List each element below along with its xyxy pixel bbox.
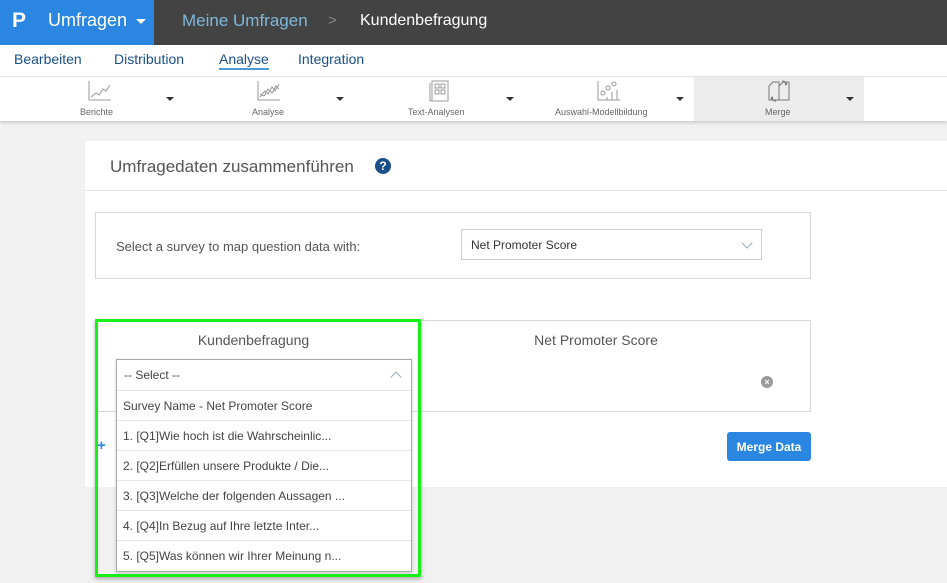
toolbar-analysis-label: Analyse (252, 107, 285, 117)
dropdown-option[interactable]: 2. [Q2]Erfüllen unsere Produkte / Die... (117, 451, 411, 481)
toolbar-reports[interactable]: Berichte (50, 77, 190, 121)
tab-analysis[interactable]: Analyse (219, 51, 269, 70)
add-mapping-button[interactable]: + (97, 437, 106, 454)
chevron-down-icon[interactable] (676, 97, 684, 101)
question-select-value: -- Select -- (124, 368, 181, 382)
question-select-dropdown[interactable]: -- Select -- Survey Name - Net Promoter … (116, 359, 412, 572)
source-survey-header: Kundenbefragung (197, 332, 310, 348)
survey-select-dropdown[interactable]: Net Promoter Score (461, 229, 762, 260)
app-logo-icon: P (12, 9, 27, 32)
dropdown-option[interactable]: 3. [Q3]Welche der folgenden Aussagen ... (117, 481, 411, 511)
toolbar-reports-label: Berichte (80, 107, 114, 117)
toolbar-text-analysis[interactable]: Text-Analysen (390, 77, 520, 121)
breadcrumb-current-survey: Kundenbefragung (360, 12, 488, 29)
toolbar-text-analysis-label: Text-Analysen (408, 107, 465, 117)
scatter-bar-icon (597, 81, 620, 101)
text-document-icon (429, 80, 449, 102)
main-nav: Bearbeiten Distribution Analyse Integrat… (0, 45, 947, 76)
remove-row-icon[interactable]: × (761, 376, 773, 388)
chevron-down-icon[interactable] (506, 97, 514, 101)
chevron-down-icon[interactable] (336, 97, 344, 101)
toolbar-merge[interactable]: Merge (694, 77, 864, 121)
tab-integration[interactable]: Integration (298, 51, 364, 67)
line-chart-icon (88, 81, 111, 101)
breadcrumb-my-surveys[interactable]: Meine Umfragen (182, 11, 308, 31)
merge-data-button[interactable]: Merge Data (727, 432, 811, 461)
app-switcher[interactable]: P Umfragen (0, 0, 154, 45)
toolbar-choice-modeling-label: Auswahl-Modellbildung (555, 107, 648, 117)
dropdown-option[interactable]: 5. [Q5]Was können wir Ihrer Meinung n... (117, 541, 411, 571)
help-icon[interactable]: ? (375, 158, 391, 174)
toolbar-choice-modeling[interactable]: Auswahl-Modellbildung (550, 77, 690, 121)
top-bar: P Umfragen Meine Umfragen > Kundenbefrag… (0, 0, 947, 45)
tab-edit[interactable]: Bearbeiten (14, 51, 82, 67)
app-name[interactable]: Umfragen (48, 10, 127, 31)
survey-select-value: Net Promoter Score (471, 238, 578, 252)
chevron-down-icon[interactable] (846, 97, 854, 101)
target-survey-header: Net Promoter Score (534, 332, 658, 348)
multi-line-chart-icon (257, 81, 280, 101)
breadcrumb-separator-icon: > (328, 12, 337, 29)
divider (85, 190, 947, 191)
toolbar-merge-label: Merge (765, 107, 791, 117)
chevron-up-icon (390, 371, 402, 383)
question-select-trigger[interactable]: -- Select -- (117, 360, 411, 391)
survey-select-section: Select a survey to map question data wit… (95, 212, 811, 279)
survey-select-label: Select a survey to map question data wit… (116, 239, 361, 254)
tab-distribution[interactable]: Distribution (114, 51, 184, 67)
dropdown-option[interactable]: Survey Name - Net Promoter Score (117, 391, 411, 421)
dropdown-option[interactable]: 1. [Q1]Wie hoch ist die Wahrscheinlic... (117, 421, 411, 451)
analysis-toolbar: Berichte Analyse Text-Analysen Auswahl-M… (0, 76, 947, 121)
chevron-down-icon[interactable] (166, 97, 174, 101)
page-title: Umfragedaten zusammenführen (110, 157, 354, 176)
toolbar-analysis[interactable]: Analyse (220, 77, 350, 121)
chevron-down-icon (741, 237, 753, 249)
dropdown-option[interactable]: 4. [Q4]In Bezug auf Ihre letzte Inter... (117, 511, 411, 541)
chevron-down-icon[interactable] (136, 19, 146, 24)
merge-documents-icon (768, 80, 790, 102)
